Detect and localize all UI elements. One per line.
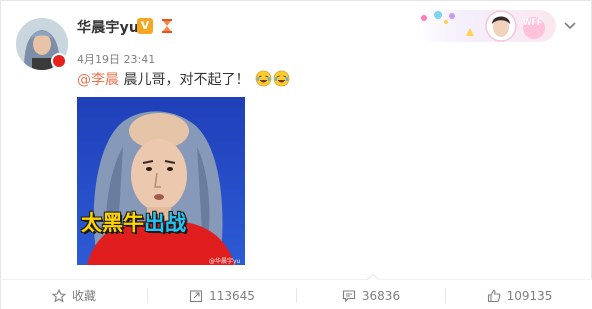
like-count: 109135 [506,288,553,303]
comment-icon [342,289,355,302]
card-decoration: WFF [406,6,556,46]
comment-button[interactable]: 36836 [297,280,445,309]
favorite-label: 收藏 [71,289,96,303]
laughing-tears-emoji [273,70,290,87]
mention-link[interactable]: @李晨 [77,72,119,88]
like-button[interactable]: 109135 [446,280,592,309]
thumbs-up-icon [487,289,501,302]
comment-indicator-arrow [367,273,379,280]
caption-part-2: 出战 [144,211,186,235]
post-text: @李晨 晨儿哥，对不起了！ [77,69,290,89]
repost-button[interactable]: 113645 [148,280,296,309]
post-body-text: 晨儿哥，对不起了！ [123,72,250,88]
verified-badge[interactable]: V [137,18,153,34]
post-timestamp[interactable]: 4月19日 23:41 [77,51,155,67]
favorite-button[interactable]: 收藏 [1,280,147,309]
avatar-badge [51,53,67,69]
repost-icon [190,289,203,302]
decoration-label: WFF [523,17,543,27]
action-bar: 收藏 113645 36836 109135 [1,273,592,309]
caption-part-1: 太黑牛 [81,211,144,235]
weibo-post-card: 华晨宇yu V 4月19日 23:41 WFF @李晨 晨儿哥，对不起了！ 太黑… [0,0,592,309]
post-image[interactable] [77,97,245,265]
comment-count: 36836 [361,288,401,303]
repost-count: 113645 [209,288,255,303]
chevron-down-icon[interactable] [562,17,578,33]
laughing-tears-emoji [255,70,272,87]
rank-hourglass-icon[interactable] [159,18,175,34]
username[interactable]: 华晨宇yu [77,17,139,37]
image-caption: 太黑牛出战 [81,207,186,237]
image-watermark: @华晨宇yu [209,258,241,265]
star-icon [51,288,66,303]
